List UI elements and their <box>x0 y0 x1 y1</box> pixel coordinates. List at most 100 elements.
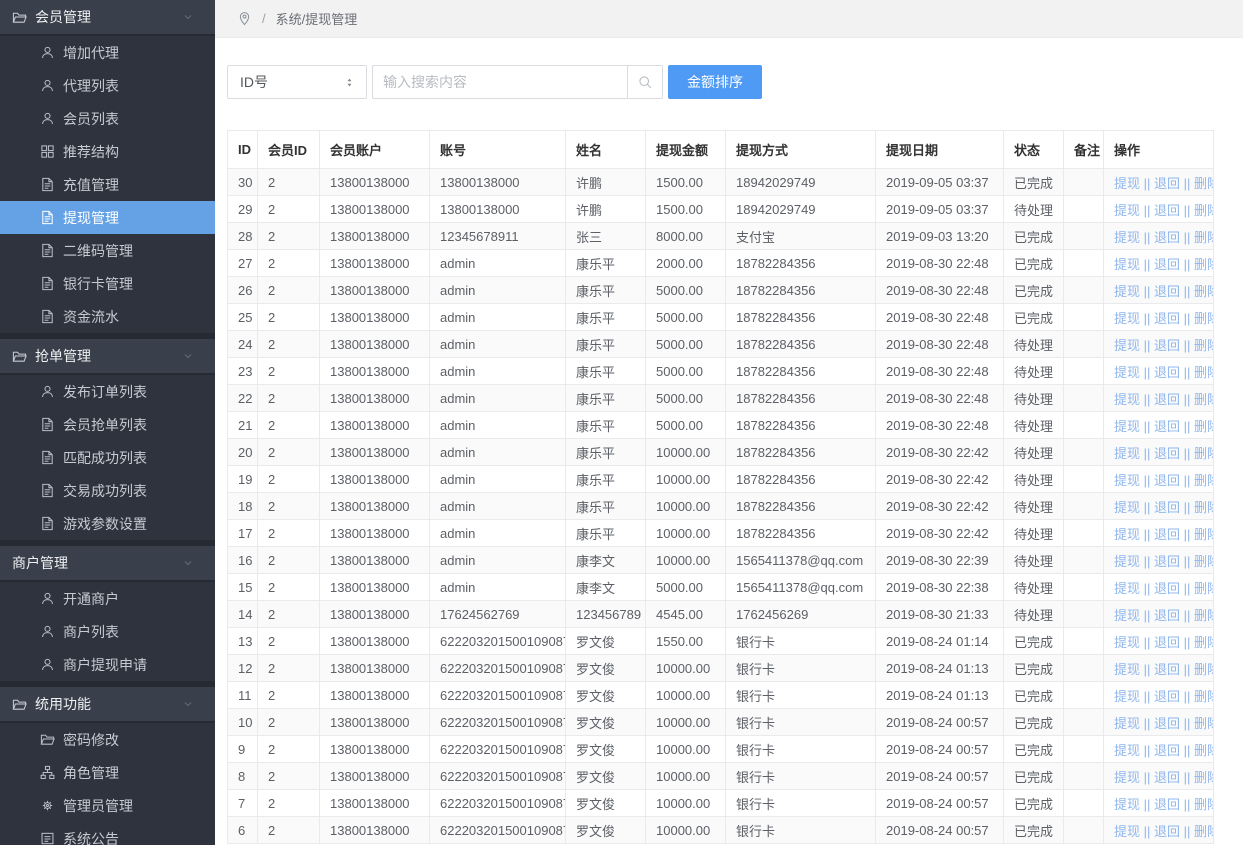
action-return-link[interactable]: 退回 <box>1154 257 1180 272</box>
action-withdraw-link[interactable]: 提现 <box>1114 419 1140 434</box>
action-return-link[interactable]: 退回 <box>1154 824 1180 839</box>
sidebar-item[interactable]: 游戏参数设置 <box>0 507 215 540</box>
sidebar-group-header[interactable]: 商户管理 <box>0 546 215 580</box>
sidebar-item[interactable]: 资金流水 <box>0 300 215 333</box>
action-delete-link[interactable]: 删除 <box>1194 338 1214 353</box>
action-delete-link[interactable]: 删除 <box>1194 473 1214 488</box>
action-return-link[interactable]: 退回 <box>1154 662 1180 677</box>
action-return-link[interactable]: 退回 <box>1154 554 1180 569</box>
action-return-link[interactable]: 退回 <box>1154 635 1180 650</box>
action-delete-link[interactable]: 删除 <box>1194 824 1214 839</box>
sidebar-group-header[interactable]: 抢单管理 <box>0 339 215 373</box>
action-withdraw-link[interactable]: 提现 <box>1114 176 1140 191</box>
sidebar-item[interactable]: 银行卡管理 <box>0 267 215 300</box>
action-return-link[interactable]: 退回 <box>1154 176 1180 191</box>
action-withdraw-link[interactable]: 提现 <box>1114 662 1140 677</box>
sidebar-item[interactable]: 代理列表 <box>0 69 215 102</box>
action-withdraw-link[interactable]: 提现 <box>1114 743 1140 758</box>
action-withdraw-link[interactable]: 提现 <box>1114 581 1140 596</box>
action-withdraw-link[interactable]: 提现 <box>1114 284 1140 299</box>
action-return-link[interactable]: 退回 <box>1154 797 1180 812</box>
action-delete-link[interactable]: 删除 <box>1194 203 1214 218</box>
sidebar-group-header[interactable]: 会员管理 <box>0 0 215 34</box>
sidebar-item[interactable]: 商户列表 <box>0 615 215 648</box>
action-return-link[interactable]: 退回 <box>1154 419 1180 434</box>
action-return-link[interactable]: 退回 <box>1154 500 1180 515</box>
filter-select[interactable]: ID号 <box>227 65 367 99</box>
action-delete-link[interactable]: 删除 <box>1194 716 1214 731</box>
action-return-link[interactable]: 退回 <box>1154 338 1180 353</box>
search-input[interactable] <box>372 65 627 99</box>
action-return-link[interactable]: 退回 <box>1154 311 1180 326</box>
action-return-link[interactable]: 退回 <box>1154 365 1180 380</box>
action-delete-link[interactable]: 删除 <box>1194 554 1214 569</box>
action-withdraw-link[interactable]: 提现 <box>1114 608 1140 623</box>
action-return-link[interactable]: 退回 <box>1154 743 1180 758</box>
action-withdraw-link[interactable]: 提现 <box>1114 230 1140 245</box>
sidebar-group-header[interactable]: 统用功能 <box>0 687 215 721</box>
action-withdraw-link[interactable]: 提现 <box>1114 554 1140 569</box>
sidebar-item[interactable]: 密码修改 <box>0 723 215 756</box>
sidebar-item[interactable]: 会员列表 <box>0 102 215 135</box>
sidebar-item[interactable]: 二维码管理 <box>0 234 215 267</box>
sidebar-item[interactable]: 推荐结构 <box>0 135 215 168</box>
sort-by-amount-button[interactable]: 金额排序 <box>668 65 762 99</box>
action-return-link[interactable]: 退回 <box>1154 284 1180 299</box>
action-delete-link[interactable]: 删除 <box>1194 689 1214 704</box>
sidebar-item[interactable]: 发布订单列表 <box>0 375 215 408</box>
action-delete-link[interactable]: 删除 <box>1194 230 1214 245</box>
action-delete-link[interactable]: 删除 <box>1194 770 1214 785</box>
action-delete-link[interactable]: 删除 <box>1194 176 1214 191</box>
sidebar-item[interactable]: 匹配成功列表 <box>0 441 215 474</box>
action-withdraw-link[interactable]: 提现 <box>1114 257 1140 272</box>
sidebar-item[interactable]: 交易成功列表 <box>0 474 215 507</box>
action-delete-link[interactable]: 删除 <box>1194 608 1214 623</box>
action-return-link[interactable]: 退回 <box>1154 392 1180 407</box>
action-withdraw-link[interactable]: 提现 <box>1114 797 1140 812</box>
search-button[interactable] <box>627 65 663 99</box>
action-return-link[interactable]: 退回 <box>1154 203 1180 218</box>
action-delete-link[interactable]: 删除 <box>1194 662 1214 677</box>
action-withdraw-link[interactable]: 提现 <box>1114 527 1140 542</box>
action-withdraw-link[interactable]: 提现 <box>1114 770 1140 785</box>
action-withdraw-link[interactable]: 提现 <box>1114 473 1140 488</box>
sidebar-item[interactable]: 会员抢单列表 <box>0 408 215 441</box>
sidebar-item[interactable]: 管理员管理 <box>0 789 215 822</box>
sidebar-item[interactable]: 角色管理 <box>0 756 215 789</box>
action-delete-link[interactable]: 删除 <box>1194 257 1214 272</box>
action-return-link[interactable]: 退回 <box>1154 608 1180 623</box>
action-return-link[interactable]: 退回 <box>1154 689 1180 704</box>
action-withdraw-link[interactable]: 提现 <box>1114 203 1140 218</box>
action-withdraw-link[interactable]: 提现 <box>1114 392 1140 407</box>
action-withdraw-link[interactable]: 提现 <box>1114 311 1140 326</box>
action-withdraw-link[interactable]: 提现 <box>1114 635 1140 650</box>
action-delete-link[interactable]: 删除 <box>1194 500 1214 515</box>
action-withdraw-link[interactable]: 提现 <box>1114 500 1140 515</box>
action-delete-link[interactable]: 删除 <box>1194 743 1214 758</box>
action-delete-link[interactable]: 删除 <box>1194 311 1214 326</box>
action-delete-link[interactable]: 删除 <box>1194 797 1214 812</box>
action-delete-link[interactable]: 删除 <box>1194 446 1214 461</box>
action-withdraw-link[interactable]: 提现 <box>1114 716 1140 731</box>
action-delete-link[interactable]: 删除 <box>1194 392 1214 407</box>
action-return-link[interactable]: 退回 <box>1154 770 1180 785</box>
action-return-link[interactable]: 退回 <box>1154 581 1180 596</box>
sidebar-item[interactable]: 系统公告 <box>0 822 215 845</box>
action-return-link[interactable]: 退回 <box>1154 527 1180 542</box>
action-delete-link[interactable]: 删除 <box>1194 365 1214 380</box>
action-withdraw-link[interactable]: 提现 <box>1114 446 1140 461</box>
sidebar-item[interactable]: 商户提现申请 <box>0 648 215 681</box>
sidebar-item[interactable]: 提现管理 <box>0 201 215 234</box>
action-delete-link[interactable]: 删除 <box>1194 284 1214 299</box>
action-delete-link[interactable]: 删除 <box>1194 635 1214 650</box>
action-delete-link[interactable]: 删除 <box>1194 419 1214 434</box>
action-delete-link[interactable]: 删除 <box>1194 527 1214 542</box>
sidebar-item[interactable]: 充值管理 <box>0 168 215 201</box>
action-withdraw-link[interactable]: 提现 <box>1114 689 1140 704</box>
sidebar-item[interactable]: 开通商户 <box>0 582 215 615</box>
action-withdraw-link[interactable]: 提现 <box>1114 824 1140 839</box>
action-return-link[interactable]: 退回 <box>1154 230 1180 245</box>
sidebar-item[interactable]: 增加代理 <box>0 36 215 69</box>
action-withdraw-link[interactable]: 提现 <box>1114 338 1140 353</box>
action-return-link[interactable]: 退回 <box>1154 446 1180 461</box>
